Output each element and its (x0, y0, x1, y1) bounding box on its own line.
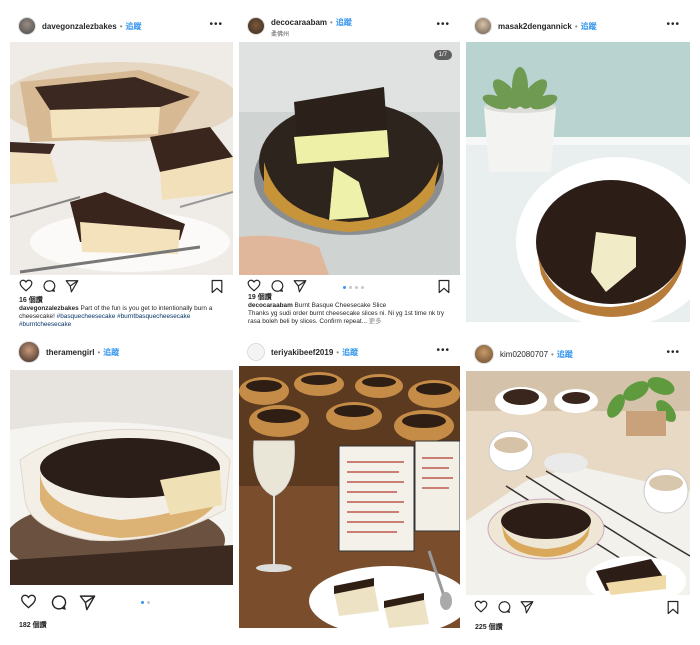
action-bar (466, 596, 690, 622)
avatar[interactable] (474, 344, 494, 364)
avatar[interactable] (18, 341, 40, 363)
post-card: decocaraabam • 追蹤 柔佛州 ••• 1/7 19 個讚 deco… (239, 12, 460, 332)
username[interactable]: decocaraabam (271, 18, 327, 27)
post-image[interactable]: 1/7 (239, 42, 460, 275)
avatar[interactable] (247, 343, 265, 361)
post-card: masak2dengannick • 追蹤 ••• (466, 12, 690, 332)
follow-button[interactable]: 追蹤 (557, 349, 573, 360)
carousel-indicator (343, 286, 364, 289)
follow-button[interactable]: 追蹤 (342, 347, 358, 358)
post-card: davegonzalezbakes • 追蹤 ••• 16 個讚 davegon… (10, 12, 233, 332)
post-image[interactable] (10, 42, 233, 275)
post-image[interactable] (239, 366, 460, 628)
like-count: 19 個讚 (248, 294, 272, 301)
avatar[interactable] (247, 17, 265, 35)
follow-button[interactable]: 追蹤 (336, 17, 352, 28)
more-link[interactable]: 更多 (369, 318, 382, 325)
follow-button[interactable]: 追蹤 (103, 347, 119, 358)
post-card: kim02080707 • 追蹤 ••• 225 個讚 (466, 338, 690, 638)
like-count: 225 個讚 (475, 624, 503, 631)
separator-dot: • (97, 347, 101, 357)
more-options-icon[interactable]: ••• (209, 19, 223, 30)
follow-button[interactable]: 追蹤 (126, 21, 142, 32)
bookmark-icon[interactable] (211, 279, 223, 294)
share-icon[interactable] (79, 594, 96, 611)
separator-dot: • (551, 349, 554, 359)
image-counter: 1/7 (433, 50, 452, 60)
action-bar (239, 274, 460, 300)
username[interactable]: kim02080707 (500, 350, 548, 359)
separator-dot: • (336, 347, 340, 357)
post-header: davegonzalezbakes • 追蹤 ••• (10, 12, 233, 40)
share-icon[interactable] (520, 600, 534, 614)
post-header: decocaraabam • 追蹤 柔佛州 ••• (239, 12, 460, 40)
separator-dot: • (119, 21, 123, 31)
post-header: theramengirl • 追蹤 (10, 338, 233, 366)
more-options-icon[interactable]: ••• (666, 347, 680, 358)
avatar[interactable] (474, 17, 492, 35)
comment-icon[interactable] (50, 594, 67, 611)
post-header: teriyakibeef2019 • 追蹤 ••• (239, 338, 460, 366)
post-image[interactable] (466, 371, 690, 595)
post-image[interactable] (466, 42, 690, 322)
comment-icon[interactable] (497, 600, 511, 614)
caption: davegonzalezbakes Part of the fun is you… (19, 305, 225, 329)
post-card: theramengirl • 追蹤 182 個讚 (10, 338, 233, 638)
like-heart-icon[interactable] (19, 279, 33, 292)
more-options-icon[interactable]: ••• (666, 19, 680, 30)
location[interactable]: 柔佛州 (271, 29, 289, 38)
bookmark-icon[interactable] (667, 600, 679, 615)
follow-button[interactable]: 追蹤 (581, 21, 597, 32)
caption-text-line2: Thanks yg sudi order burnt cheesecake sl… (248, 310, 445, 325)
comment-icon[interactable] (270, 279, 284, 293)
username[interactable]: davegonzalezbakes (42, 22, 117, 31)
username[interactable]: theramengirl (46, 348, 94, 357)
like-count: 16 個讚 (19, 297, 43, 304)
like-count: 182 個讚 (19, 622, 47, 629)
caption-username[interactable]: davegonzalezbakes (19, 305, 79, 312)
like-heart-icon[interactable] (474, 600, 488, 613)
like-heart-icon[interactable] (247, 279, 261, 292)
caption-username[interactable]: decocaraabam (248, 302, 293, 309)
share-icon[interactable] (293, 279, 307, 293)
post-header: masak2dengannick • 追蹤 ••• (466, 12, 690, 40)
action-bar (10, 590, 233, 616)
share-icon[interactable] (65, 279, 79, 293)
separator-dot: • (574, 21, 578, 31)
username[interactable]: masak2dengannick (498, 22, 572, 31)
post-image[interactable] (10, 370, 233, 585)
username[interactable]: teriyakibeef2019 (271, 348, 333, 357)
action-bar (10, 274, 233, 300)
avatar[interactable] (18, 17, 36, 35)
post-card: teriyakibeef2019 • 追蹤 ••• (239, 338, 460, 638)
caption-text: Burnt Basque Cheesecake Slice (294, 302, 387, 309)
caption: decocaraabam Burnt Basque Cheesecake Sli… (248, 302, 452, 326)
carousel-indicator (141, 601, 150, 604)
separator-dot: • (330, 17, 333, 27)
comment-icon[interactable] (42, 279, 56, 293)
post-header: kim02080707 • 追蹤 ••• (466, 340, 690, 368)
more-options-icon[interactable]: ••• (436, 19, 450, 30)
bookmark-icon[interactable] (438, 279, 450, 294)
more-options-icon[interactable]: ••• (436, 345, 450, 356)
like-heart-icon[interactable] (20, 594, 37, 609)
